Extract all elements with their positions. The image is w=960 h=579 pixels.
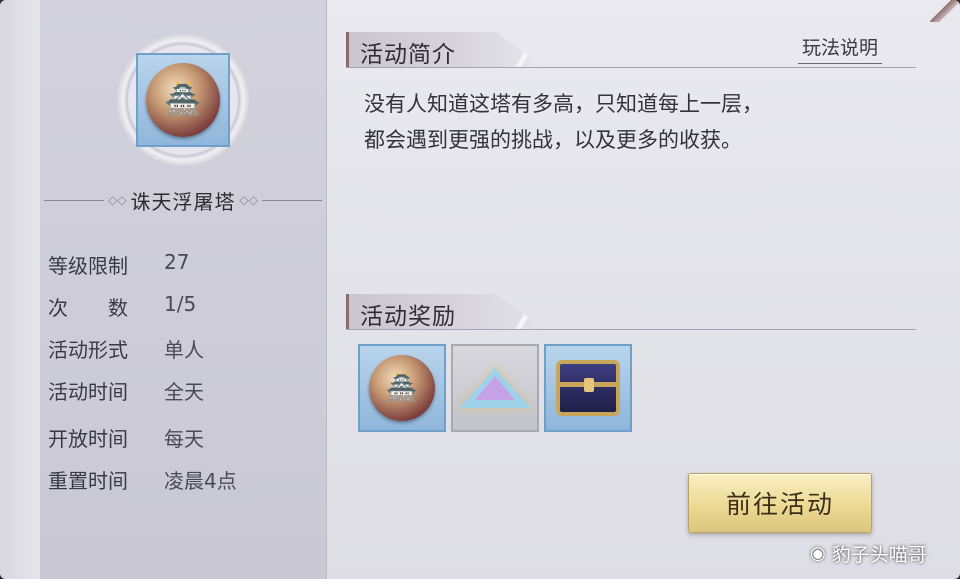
info-label: 活动时间 (48, 380, 128, 404)
watermark: ◉ 豹子头喵哥 (810, 540, 927, 567)
tower-orb-icon: 🏯 (369, 355, 435, 421)
info-value: 单人 (164, 338, 204, 362)
intro-title: 活动简介 (360, 42, 456, 68)
info-value: 每天 (164, 427, 204, 451)
info-value: 27 (164, 250, 190, 274)
activity-name-divider: ◇◇ 诛天浮屠塔 ◇◇ (44, 188, 322, 214)
reward-item[interactable] (544, 344, 632, 432)
watermark-text: 豹子头喵哥 (831, 544, 927, 566)
rewards-title: 活动奖励 (360, 304, 456, 330)
activity-description: 没有人知道这塔有多高，只知道每上一层， 都会遇到更强的挑战，以及更多的收获。 (364, 86, 904, 158)
activity-emblem: 🏯 (136, 53, 230, 147)
treasure-chest-icon (556, 360, 620, 416)
info-value: 全天 (164, 380, 204, 404)
info-label: 重置时间 (48, 469, 128, 493)
go-to-activity-button[interactable]: 前往活动 (688, 473, 872, 533)
activity-panel: 🏯 ◇◇ 诛天浮屠塔 ◇◇ 等级限制 27 次 数 1/5 活动形式 单人 活动… (0, 0, 960, 579)
reward-list: 🏯 (358, 344, 632, 432)
info-label: 活动形式 (48, 338, 128, 362)
info-label: 次 数 (48, 296, 128, 320)
crystal-pyramid-icon (459, 368, 531, 408)
info-value: 凌晨4点 (164, 469, 237, 493)
panel-edge (0, 0, 40, 579)
tower-orb-icon: 🏯 (146, 63, 220, 137)
info-label: 等级限制 (48, 254, 128, 278)
activity-name: 诛天浮屠塔 (130, 189, 236, 214)
rules-button[interactable]: 玩法说明 (798, 33, 883, 64)
reward-item[interactable]: 🏯 (358, 344, 446, 432)
info-value: 1/5 (164, 292, 197, 316)
description-line: 没有人知道这塔有多高，只知道每上一层， (364, 92, 763, 116)
corner-ornament (930, 0, 960, 22)
reward-item[interactable] (451, 344, 539, 432)
info-label: 开放时间 (48, 427, 128, 451)
rewards-section-header: 活动奖励 (346, 294, 916, 330)
description-line: 都会遇到更强的挑战，以及更多的收获。 (364, 128, 742, 152)
weibo-icon: ◉ (810, 543, 826, 564)
